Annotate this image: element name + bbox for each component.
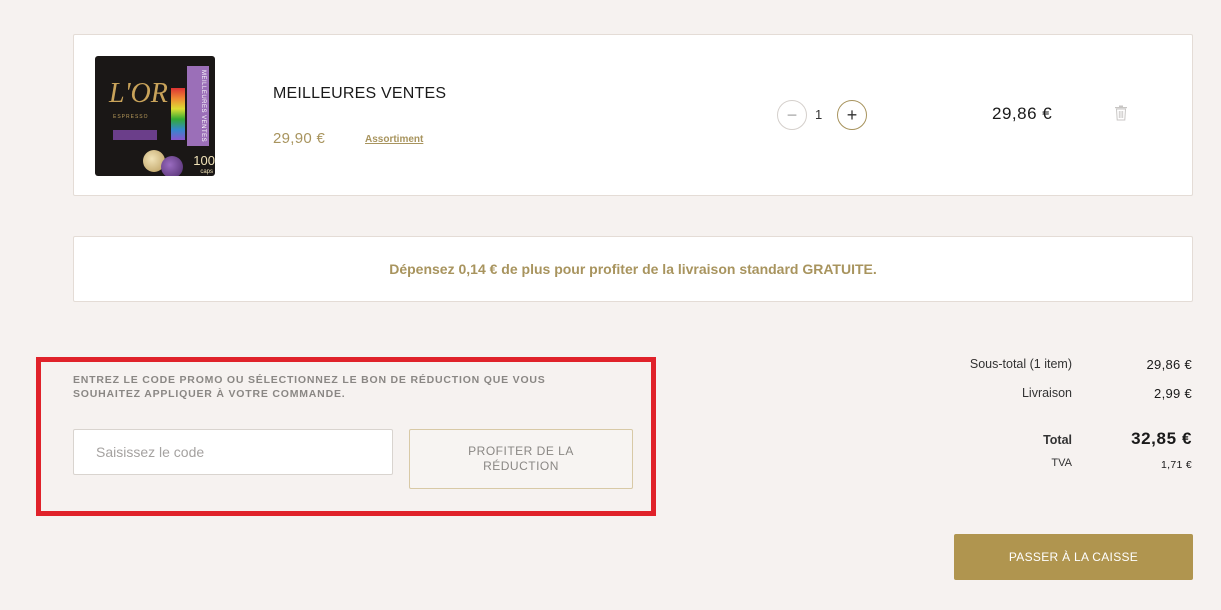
tax-label: TVA xyxy=(1051,457,1072,469)
product-image-side-text: MEILLEURES VENTES xyxy=(200,70,206,143)
free-shipping-text: Dépensez 0,14 € de plus pour profiter de… xyxy=(389,261,877,277)
assortment-link[interactable]: Assortiment xyxy=(365,134,423,145)
quantity-decrease-button[interactable]: − xyxy=(777,100,807,130)
capsule-purple xyxy=(161,156,183,176)
minus-icon: − xyxy=(786,105,798,125)
total-value: 32,85 € xyxy=(1131,429,1192,448)
product-image[interactable]: L'OR ESPRESSO MEILLEURES VENTES 100 caps xyxy=(95,56,215,176)
apply-discount-button[interactable]: PROFITER DE LA RÉDUCTION xyxy=(409,429,633,489)
quantity-increase-button[interactable]: + xyxy=(837,100,867,130)
product-image-stripe xyxy=(171,88,185,140)
promo-instructions: ENTREZ LE CODE PROMO OU SÉLECTIONNEZ LE … xyxy=(73,374,546,400)
subtotal-label: Sous-total (1 item) xyxy=(969,357,1072,371)
product-image-band xyxy=(113,130,157,140)
product-image-subtext: ESPRESSO xyxy=(113,114,149,120)
product-name[interactable]: MEILLEURES VENTES xyxy=(273,85,446,103)
shipping-label: Livraison xyxy=(1021,386,1072,400)
tax-value: 1,71 € xyxy=(1161,459,1192,471)
product-image-caps: caps xyxy=(200,169,213,175)
free-shipping-banner: Dépensez 0,14 € de plus pour profiter de… xyxy=(73,236,1193,302)
line-total: 29,86 € xyxy=(992,104,1053,123)
plus-icon: + xyxy=(846,105,858,125)
product-unit-price: 29,90 € xyxy=(273,130,326,147)
subtotal-value: 29,86 € xyxy=(1146,357,1192,372)
product-image-count: 100 xyxy=(193,153,215,168)
total-label: Total xyxy=(1043,433,1072,447)
checkout-button[interactable]: PASSER À LA CAISSE xyxy=(954,534,1193,580)
shipping-value: 2,99 € xyxy=(1154,386,1192,401)
quantity-value: 1 xyxy=(815,107,823,122)
cart-item: L'OR ESPRESSO MEILLEURES VENTES 100 caps… xyxy=(73,34,1193,196)
promo-code-input[interactable] xyxy=(73,429,393,475)
product-image-logo: L'OR xyxy=(109,78,168,109)
trash-icon[interactable] xyxy=(1114,105,1128,121)
